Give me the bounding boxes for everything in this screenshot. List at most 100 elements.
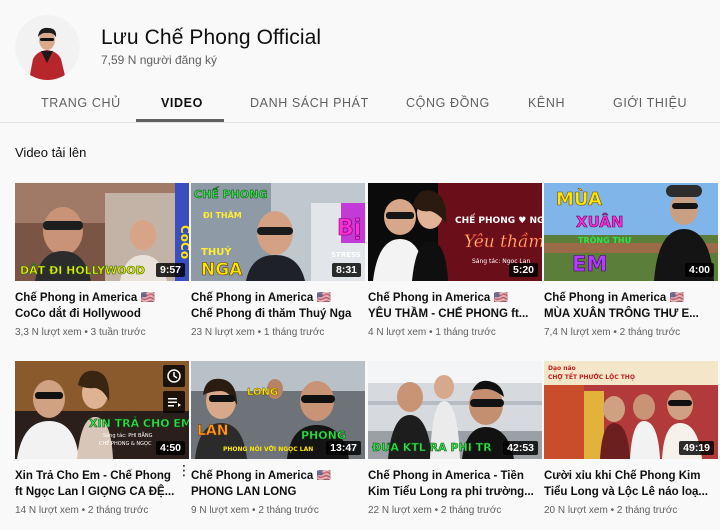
video-card[interactable]: LONG LAN PHONG PHONG NÓI VỚI NGỌC LAN 13…	[191, 361, 365, 516]
video-title-line: Chế Phong in America 🇺🇸	[544, 292, 684, 304]
video-thumbnail[interactable]: XIN TRẢ CHO EM Sáng tác: PHI BẰNG CHẾ PH…	[15, 361, 189, 459]
avatar-image	[15, 15, 80, 80]
thumb-text: TRÔNG THƯ	[578, 234, 632, 245]
thumb-text: MÙA	[556, 188, 602, 210]
thumb-text: STRESS	[331, 251, 361, 259]
upload-age: 2 tháng trước	[440, 505, 502, 516]
thumb-text: CHẾ PHONG & NGỌC	[99, 439, 152, 447]
upload-age: 2 tháng trước	[619, 327, 681, 338]
video-title-line: Chế Phong in America 🇺🇸	[15, 292, 155, 304]
thumb-text: CHỢ TẾT PHƯỚC LỘC THỌ	[548, 373, 635, 381]
tab-community[interactable]: CỘNG ĐỒNG	[406, 96, 490, 110]
video-title-line: Chế Phong in America 🇺🇸	[191, 292, 331, 304]
view-count: 20 N lượt xem	[544, 505, 608, 516]
video-title-line: Xin Trả Cho Em - Chế Phong	[15, 470, 171, 482]
upload-age: 3 tuần trước	[90, 327, 146, 338]
view-count: 7,4 N lượt xem	[544, 327, 611, 338]
video-thumbnail[interactable]: CoCo DẮT ĐI HOLLYWOOD 9:57	[15, 183, 189, 281]
video-card[interactable]: CHẾ PHONG ĐI THĂM THUÝ NGA Bị STRESS 8:3…	[191, 183, 365, 338]
view-count: 14 N lượt xem	[15, 505, 79, 516]
duration-badge: 42:53	[503, 441, 538, 455]
video-title-line: Tiểu Long và Lộc Lê náo loạ...	[544, 486, 709, 498]
video-title-line: Chế Phong in America 🇺🇸	[191, 470, 331, 482]
video-meta: 14 N lượt xem • 2 tháng trước	[15, 505, 149, 516]
duration-badge: 9:57	[155, 263, 185, 277]
channel-name: Lưu Chế Phong Official	[101, 26, 322, 49]
video-thumbnail[interactable]: CHẾ PHONG ĐI THĂM THUÝ NGA Bị STRESS 8:3…	[191, 183, 365, 281]
duration-badge: 8:31	[331, 263, 361, 277]
thumb-text: Dạo náo	[548, 365, 576, 372]
video-title-line: Kim Tiểu Long ra phi trường...	[368, 486, 534, 498]
video-title[interactable]: Chế Phong in America 🇺🇸 Chế Phong đi thă…	[191, 290, 365, 322]
thumb-text: Yêu thầm	[464, 232, 542, 252]
thumb-text: THUÝ	[201, 245, 232, 258]
thumb-text: LONG	[247, 387, 278, 398]
video-title-line: YÊU THẦM - CHẾ PHONG ft...	[368, 308, 529, 320]
thumb-text: Sáng tác: PHI BẰNG	[103, 431, 153, 439]
video-thumbnail[interactable]: LONG LAN PHONG PHONG NÓI VỚI NGỌC LAN 13…	[191, 361, 365, 459]
tab-channels[interactable]: KÊNH	[528, 96, 565, 110]
video-meta: 9 N lượt xem • 2 tháng trước	[191, 505, 319, 516]
thumb-text: ĐƯA KTL RA PHI TR	[372, 441, 492, 454]
video-meta: 3,3 N lượt xem • 3 tuần trước	[15, 327, 146, 338]
thumb-text: Bị	[337, 216, 361, 241]
duration-badge: 4:00	[684, 263, 714, 277]
video-title[interactable]: Chế Phong in America - Tiền Kim Tiểu Lon…	[368, 468, 542, 500]
video-meta: 23 N lượt xem • 1 tháng trước	[191, 327, 325, 338]
duration-badge: 5:20	[508, 263, 538, 277]
video-title[interactable]: Chế Phong in America 🇺🇸 YÊU THẦM - CHẾ P…	[368, 290, 542, 322]
video-meta: 22 N lượt xem • 2 tháng trước	[368, 505, 502, 516]
more-vert-icon[interactable]: ⋮	[177, 462, 191, 478]
thumb-text: ĐI THĂM	[203, 209, 242, 220]
duration-badge: 13:47	[326, 441, 361, 455]
thumb-text: NGA	[201, 260, 243, 280]
video-title[interactable]: Cười xỉu khi Chế Phong Kim Tiểu Long và …	[544, 468, 718, 500]
video-title[interactable]: Chế Phong in America 🇺🇸 CoCo dắt đi Holl…	[15, 290, 189, 322]
video-thumbnail[interactable]: MÙA XUÂN TRÔNG THƯ EM 4:00	[544, 183, 718, 281]
channel-header: Lưu Chế Phong Official 7,59 N người đăng…	[0, 0, 720, 123]
upload-age: 1 tháng trước	[263, 327, 325, 338]
video-card[interactable]: ĐƯA KTL RA PHI TR 42:53 Chế Phong in Ame…	[368, 361, 542, 516]
upload-age: 2 tháng trước	[87, 505, 149, 516]
video-title[interactable]: Xin Trả Cho Em - Chế Phong ft Ngọc Lan l…	[15, 468, 189, 500]
avatar[interactable]	[15, 15, 80, 80]
video-thumbnail[interactable]: Dạo náo CHỢ TẾT PHƯỚC LỘC THỌ 49:19	[544, 361, 718, 459]
duration-badge: 49:19	[679, 441, 714, 455]
tab-about[interactable]: GIỚI THIỆU	[613, 96, 687, 110]
video-card[interactable]: Dạo náo CHỢ TẾT PHƯỚC LỘC THỌ 49:19 Cười…	[544, 361, 718, 516]
upload-age: 2 tháng trước	[616, 505, 678, 516]
channel-tabs: TRANG CHỦ VIDEO DANH SÁCH PHÁT CỘNG ĐỒNG…	[0, 83, 720, 123]
clock-icon[interactable]	[163, 365, 185, 387]
video-title-line: MÙA XUÂN TRÔNG THƯ E...	[544, 308, 699, 320]
video-card[interactable]: CoCo DẮT ĐI HOLLYWOOD 9:57 Chế Phong in …	[15, 183, 189, 338]
video-title-line: Chế Phong in America 🇺🇸	[368, 292, 508, 304]
video-meta: 4 N lượt xem • 1 tháng trước	[368, 327, 496, 338]
view-count: 23 N lượt xem	[191, 327, 255, 338]
thumb-text: PHONG NÓI VỚI NGỌC LAN	[223, 446, 313, 453]
video-title-line: CoCo dắt đi Hollywood	[15, 308, 141, 320]
playlist-icon[interactable]	[163, 391, 185, 413]
thumb-text: CHẾ PHONG	[194, 186, 267, 201]
thumb-text: LAN	[197, 423, 228, 439]
thumb-text: CoCo	[178, 225, 189, 259]
tab-home[interactable]: TRANG CHỦ	[41, 96, 121, 110]
video-title[interactable]: Chế Phong in America 🇺🇸 PHONG LAN LONG	[191, 468, 365, 500]
tab-videos[interactable]: VIDEO	[161, 96, 203, 110]
video-title[interactable]: Chế Phong in America 🇺🇸 MÙA XUÂN TRÔNG T…	[544, 290, 718, 322]
video-title-line: PHONG LAN LONG	[191, 486, 297, 498]
upload-age: 2 tháng trước	[258, 505, 319, 516]
video-thumbnail[interactable]: ĐƯA KTL RA PHI TR 42:53	[368, 361, 542, 459]
view-count: 4 N lượt xem	[368, 327, 427, 338]
tab-playlists[interactable]: DANH SÁCH PHÁT	[250, 96, 369, 110]
view-count: 9 N lượt xem	[191, 505, 250, 516]
video-title-line: ft Ngọc Lan l GIỌNG CA ĐỆ...	[15, 486, 175, 498]
thumb-text: DẮT ĐI HOLLYWOOD	[20, 262, 145, 277]
video-card[interactable]: XIN TRẢ CHO EM Sáng tác: PHI BẰNG CHẾ PH…	[15, 361, 191, 516]
thumb-text: XUÂN	[576, 212, 623, 231]
active-tab-indicator	[136, 119, 224, 122]
video-card[interactable]: MÙA XUÂN TRÔNG THƯ EM 4:00 Chế Phong in …	[544, 183, 718, 338]
video-card[interactable]: CHẾ PHONG ♥ NGỌC LAN Yêu thầm Sáng tác: …	[368, 183, 542, 338]
video-title-line: Chế Phong đi thăm Thuý Nga	[191, 308, 352, 320]
duration-badge: 4:50	[155, 441, 185, 455]
video-thumbnail[interactable]: CHẾ PHONG ♥ NGỌC LAN Yêu thầm Sáng tác: …	[368, 183, 542, 281]
